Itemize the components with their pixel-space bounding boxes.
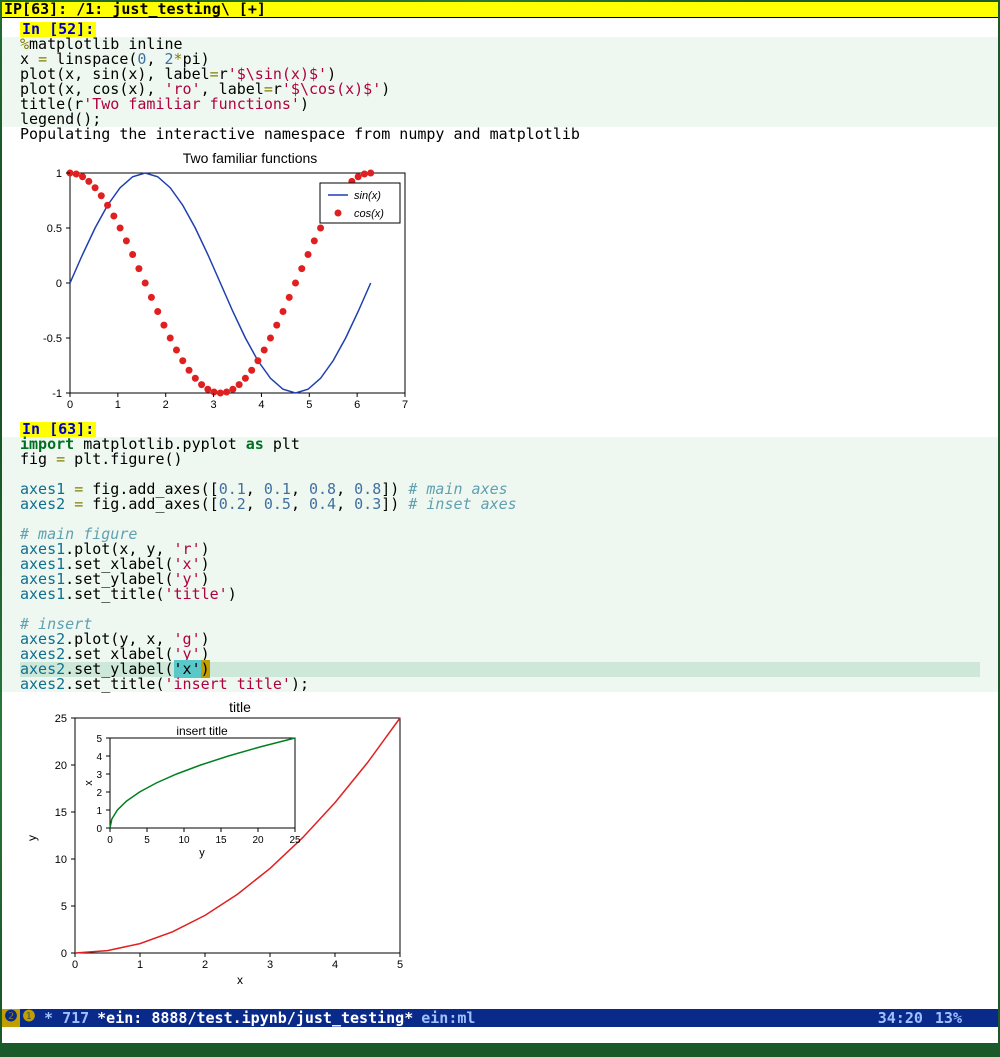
svg-text:20: 20: [252, 835, 264, 846]
svg-text:y: y: [199, 847, 205, 859]
svg-text:6: 6: [354, 399, 360, 411]
svg-text:20: 20: [55, 760, 67, 772]
svg-text:25: 25: [55, 713, 67, 725]
svg-text:5: 5: [397, 959, 403, 971]
cell2-chart: title 012345 0510152025 x y insert title…: [20, 698, 998, 988]
svg-text:7: 7: [402, 399, 408, 411]
major-mode: ein:ml: [415, 1011, 481, 1026]
chart2-ylabel: y: [25, 835, 39, 841]
svg-text:2: 2: [96, 788, 102, 799]
svg-text:4: 4: [332, 959, 338, 971]
svg-text:0: 0: [107, 835, 113, 846]
chart1-title: Two familiar functions: [183, 150, 318, 166]
svg-text:0: 0: [56, 278, 62, 290]
svg-text:0.5: 0.5: [47, 223, 62, 235]
svg-text:2: 2: [163, 399, 169, 411]
svg-text:15: 15: [215, 835, 227, 846]
buffer-content[interactable]: In [52]: %matplotlib inline x = linspace…: [2, 18, 998, 1012]
emacs-frame: IP[63]: /1: just_testing\ [+] In [52]: %…: [2, 2, 998, 1027]
svg-text:1: 1: [137, 959, 143, 971]
svg-text:1: 1: [56, 168, 62, 180]
svg-text:4: 4: [96, 752, 102, 763]
cell1-chart: Two familiar functions 0 1 2 3 4 5 6 7 -1 -0.5 0 0…: [20, 148, 998, 418]
workspace-indicator-2[interactable]: ❷: [2, 1009, 20, 1027]
modeline: ❷ ❶ * 717 *ein: 8888/test.ipynb/just_tes…: [2, 1009, 998, 1027]
cell2-code[interactable]: import matplotlib.pyplot as plt fig = pl…: [2, 437, 998, 692]
svg-text:5: 5: [61, 901, 67, 913]
svg-text:5: 5: [96, 734, 102, 745]
svg-text:3: 3: [267, 959, 273, 971]
svg-text:insert title: insert title: [176, 724, 228, 738]
chart2-xlabel: x: [237, 973, 243, 987]
cell1-output-text: Populating the interactive namespace fro…: [2, 127, 998, 142]
svg-text:5: 5: [144, 835, 150, 846]
workspace-indicator-1[interactable]: ❶: [20, 1009, 38, 1027]
svg-text:25: 25: [289, 835, 301, 846]
svg-text:15: 15: [55, 807, 67, 819]
svg-text:x: x: [83, 780, 95, 786]
window-titlebar: IP[63]: /1: just_testing\ [+]: [2, 2, 998, 18]
svg-text:10: 10: [178, 835, 190, 846]
cell1-code[interactable]: %matplotlib inline x = linspace(0, 2*pi)…: [2, 37, 998, 127]
svg-text:2: 2: [202, 959, 208, 971]
svg-text:cos(x): cos(x): [354, 208, 384, 220]
cursor-position: 34:20: [872, 1011, 929, 1026]
svg-text:0: 0: [67, 399, 73, 411]
svg-text:4: 4: [258, 399, 264, 411]
svg-text:10: 10: [55, 854, 67, 866]
svg-text:5: 5: [306, 399, 312, 411]
svg-text:3: 3: [96, 770, 102, 781]
svg-text:1: 1: [115, 399, 121, 411]
svg-text:-0.5: -0.5: [43, 333, 62, 345]
buffer-name: *ein: 8888/test.ipynb/just_testing*: [95, 1011, 415, 1026]
svg-text:sin(x): sin(x): [354, 190, 381, 202]
svg-text:1: 1: [96, 806, 102, 817]
scroll-percent: 13%: [929, 1011, 968, 1026]
svg-text:0: 0: [72, 959, 78, 971]
svg-text:0: 0: [96, 824, 102, 835]
svg-text:3: 3: [211, 399, 217, 411]
svg-text:-1: -1: [52, 388, 62, 400]
minibuffer[interactable]: [2, 1027, 998, 1043]
svg-text:0: 0: [61, 948, 67, 960]
chart1-legend: sin(x) cos(x): [320, 183, 400, 223]
chart2-title: title: [229, 699, 251, 715]
